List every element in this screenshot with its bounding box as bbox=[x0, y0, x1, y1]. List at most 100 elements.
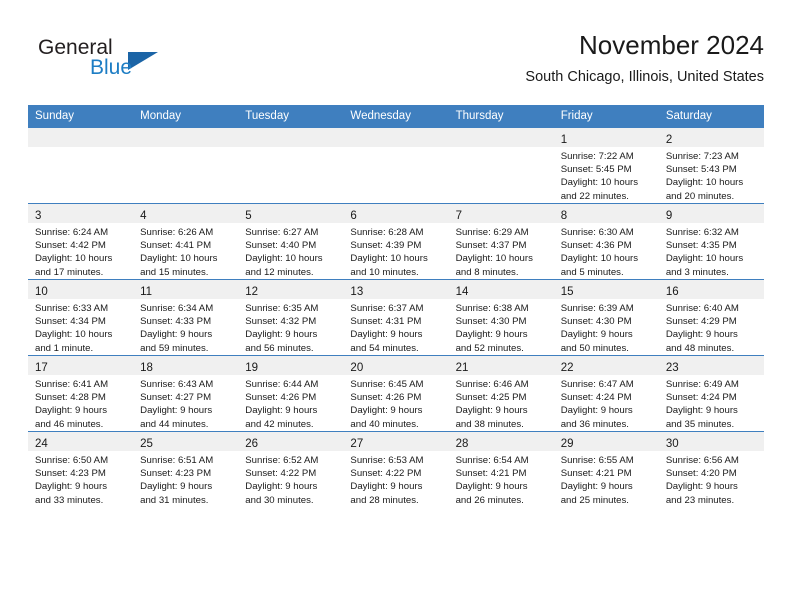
sunrise-text: Sunrise: 6:46 AM bbox=[455, 379, 529, 390]
day-number: 3 bbox=[35, 210, 42, 222]
sunrise-text: Sunrise: 6:37 AM bbox=[350, 303, 424, 314]
daylight-text-cont: and 31 minutes. bbox=[140, 494, 209, 506]
calendar-day-cell[interactable]: 15 Sunrise: 6:39 AM Sunset: 4:30 PM Dayligh… bbox=[553, 279, 659, 355]
sunset-text: Sunset: 4:32 PM bbox=[245, 316, 317, 328]
daylight-text: Daylight: 10 hours bbox=[560, 177, 639, 189]
day-number: 11 bbox=[140, 286, 153, 298]
calendar-day-cell[interactable]: 3 Sunrise: 6:24 AM Sunset: 4:42 PM Daylight… bbox=[28, 203, 134, 279]
calendar-day-cell[interactable]: 12 Sunrise: 6:35 AM Sunset: 4:32 PM Dayligh… bbox=[238, 279, 344, 355]
calendar-day-cell[interactable]: 1 Sunrise: 7:22 AM Sunset: 5:45 PM Daylight… bbox=[553, 127, 659, 203]
daylight-text: Daylight: 9 hours bbox=[560, 405, 633, 417]
calendar-day-cell[interactable]: 20 Sunrise: 6:45 AM Sunset: 4:26 PM Dayligh… bbox=[343, 355, 449, 431]
day-number: 6 bbox=[350, 210, 357, 222]
daylight-text: Daylight: 9 hours bbox=[35, 405, 107, 417]
day-number-band: 23 bbox=[658, 356, 764, 375]
sunrise-text: Sunrise: 6:33 AM bbox=[35, 303, 109, 314]
day-cell-inner: 5 Sunrise: 6:27 AM Sunset: 4:40 PM Daylight… bbox=[238, 203, 344, 279]
calendar-day-cell[interactable]: 9 Sunrise: 6:32 AM Sunset: 4:35 PM Daylight… bbox=[658, 203, 764, 279]
daylight-text-cont: and 28 minutes. bbox=[350, 494, 419, 506]
brand-logo[interactable]: General Blue bbox=[28, 36, 228, 90]
day-number: 22 bbox=[560, 362, 574, 374]
sunset-text: Sunset: 4:28 PM bbox=[35, 392, 106, 404]
day-cell-inner: 14 Sunrise: 6:38 AM Sunset: 4:30 PM Dayligh… bbox=[448, 279, 554, 355]
sunrise-text: Sunrise: 6:47 AM bbox=[560, 379, 634, 390]
calendar-week-row: 3 Sunrise: 6:24 AM Sunset: 4:42 PM Daylight… bbox=[28, 203, 764, 279]
daylight-text-cont: and 54 minutes. bbox=[350, 342, 419, 354]
calendar-day-cell[interactable]: 18 Sunrise: 6:43 AM Sunset: 4:27 PM Dayligh… bbox=[133, 355, 239, 431]
daylight-text: Daylight: 10 hours bbox=[140, 253, 218, 265]
day-cell-inner bbox=[238, 127, 344, 203]
calendar-day-cell[interactable]: 13 Sunrise: 6:37 AM Sunset: 4:31 PM Dayligh… bbox=[343, 279, 449, 355]
daylight-text-cont: and 5 minutes. bbox=[560, 266, 624, 278]
calendar-day-cell[interactable]: 14 Sunrise: 6:38 AM Sunset: 4:30 PM Dayligh… bbox=[448, 279, 554, 355]
calendar-day-cell[interactable]: 5 Sunrise: 6:27 AM Sunset: 4:40 PM Daylight… bbox=[238, 203, 344, 279]
day-cell-details: Sunrise: 6:24 AM Sunset: 4:42 PM Daylight:… bbox=[28, 223, 133, 279]
day-cell-details: Sunrise: 6:41 AM Sunset: 4:28 PM Daylight:… bbox=[28, 375, 133, 431]
day-cell-inner: 6 Sunrise: 6:28 AM Sunset: 4:39 PM Daylight… bbox=[343, 203, 449, 279]
sunrise-text: Sunrise: 6:43 AM bbox=[140, 379, 214, 390]
calendar-week-row: 17 Sunrise: 6:41 AM Sunset: 4:28 PM Dayligh… bbox=[28, 355, 764, 431]
sunrise-text: Sunrise: 6:28 AM bbox=[350, 227, 424, 238]
calendar-day-cell[interactable]: 22 Sunrise: 6:47 AM Sunset: 4:24 PM Dayligh… bbox=[553, 355, 659, 431]
sunrise-text: Sunrise: 6:38 AM bbox=[455, 303, 529, 314]
calendar-day-cell[interactable]: 28 Sunrise: 6:54 AM Sunset: 4:21 PM Dayligh… bbox=[448, 431, 554, 507]
calendar-empty-cell bbox=[133, 127, 239, 203]
day-cell-inner: 2 Sunrise: 7:23 AM Sunset: 5:43 PM Daylight… bbox=[658, 127, 764, 203]
day-cell-details: Sunrise: 6:56 AM Sunset: 4:20 PM Daylight:… bbox=[659, 451, 764, 507]
sunrise-text: Sunrise: 6:40 AM bbox=[665, 303, 739, 314]
calendar-day-cell[interactable]: 29 Sunrise: 6:55 AM Sunset: 4:21 PM Dayligh… bbox=[553, 431, 659, 507]
day-number-band: 29 bbox=[553, 432, 659, 451]
day-cell-inner: 22 Sunrise: 6:47 AM Sunset: 4:24 PM Dayligh… bbox=[553, 355, 659, 431]
day-cell-details: Sunrise: 7:23 AM Sunset: 5:43 PM Daylight:… bbox=[659, 147, 764, 203]
calendar-table: Sunday Monday Tuesday Wednesday Thursday… bbox=[28, 105, 764, 507]
sunset-text: Sunset: 4:21 PM bbox=[455, 468, 527, 480]
calendar-empty-cell bbox=[448, 127, 554, 203]
day-cell-inner: 20 Sunrise: 6:45 AM Sunset: 4:26 PM Dayligh… bbox=[343, 355, 449, 431]
daylight-text: Daylight: 9 hours bbox=[35, 481, 107, 493]
calendar-day-cell[interactable]: 21 Sunrise: 6:46 AM Sunset: 4:25 PM Dayligh… bbox=[448, 355, 554, 431]
calendar-day-cell[interactable]: 30 Sunrise: 6:56 AM Sunset: 4:20 PM Dayligh… bbox=[658, 431, 764, 507]
daylight-text-cont: and 33 minutes. bbox=[35, 494, 104, 506]
calendar-day-cell[interactable]: 23 Sunrise: 6:49 AM Sunset: 4:24 PM Dayligh… bbox=[658, 355, 764, 431]
calendar-day-cell[interactable]: 24 Sunrise: 6:50 AM Sunset: 4:23 PM Dayligh… bbox=[28, 431, 134, 507]
day-number-band: 9 bbox=[658, 204, 764, 223]
sunset-text: Sunset: 5:45 PM bbox=[560, 164, 632, 176]
calendar-day-cell[interactable]: 6 Sunrise: 6:28 AM Sunset: 4:39 PM Daylight… bbox=[343, 203, 449, 279]
daylight-text: Daylight: 10 hours bbox=[560, 253, 639, 265]
day-cell-inner bbox=[343, 127, 449, 203]
calendar-day-cell[interactable]: 11 Sunrise: 6:34 AM Sunset: 4:33 PM Dayligh… bbox=[133, 279, 239, 355]
weekday-header-tuesday: Tuesday bbox=[238, 105, 344, 127]
sunrise-text: Sunrise: 6:56 AM bbox=[665, 455, 739, 466]
day-cell-details: Sunrise: 6:39 AM Sunset: 4:30 PM Daylight:… bbox=[554, 299, 659, 355]
daylight-text-cont: and 30 minutes. bbox=[245, 494, 314, 506]
calendar-day-cell[interactable]: 27 Sunrise: 6:53 AM Sunset: 4:22 PM Dayligh… bbox=[343, 431, 449, 507]
daylight-text-cont: and 12 minutes. bbox=[245, 266, 314, 278]
day-cell-inner: 23 Sunrise: 6:49 AM Sunset: 4:24 PM Dayligh… bbox=[658, 355, 764, 431]
calendar-day-cell[interactable]: 17 Sunrise: 6:41 AM Sunset: 4:28 PM Dayligh… bbox=[28, 355, 134, 431]
calendar-day-cell[interactable]: 10 Sunrise: 6:33 AM Sunset: 4:34 PM Dayligh… bbox=[28, 279, 134, 355]
calendar-day-cell[interactable]: 2 Sunrise: 7:23 AM Sunset: 5:43 PM Daylight… bbox=[658, 127, 764, 203]
calendar-day-cell[interactable]: 26 Sunrise: 6:52 AM Sunset: 4:22 PM Dayligh… bbox=[238, 431, 344, 507]
day-number: 7 bbox=[455, 210, 462, 222]
calendar-day-cell[interactable]: 8 Sunrise: 6:30 AM Sunset: 4:36 PM Daylight… bbox=[553, 203, 659, 279]
sunset-text: Sunset: 5:43 PM bbox=[665, 164, 737, 176]
day-cell-details: Sunrise: 6:35 AM Sunset: 4:32 PM Daylight:… bbox=[238, 299, 343, 355]
daylight-text-cont: and 35 minutes. bbox=[665, 418, 735, 430]
calendar-day-cell[interactable]: 16 Sunrise: 6:40 AM Sunset: 4:29 PM Dayligh… bbox=[658, 279, 764, 355]
calendar-day-cell[interactable]: 4 Sunrise: 6:26 AM Sunset: 4:41 PM Daylight… bbox=[133, 203, 239, 279]
sunrise-text: Sunrise: 6:30 AM bbox=[560, 227, 634, 238]
calendar-day-cell[interactable]: 25 Sunrise: 6:51 AM Sunset: 4:23 PM Dayligh… bbox=[133, 431, 239, 507]
calendar-empty-cell bbox=[238, 127, 344, 203]
sunrise-text: Sunrise: 6:49 AM bbox=[665, 379, 739, 390]
daylight-text-cont: and 25 minutes. bbox=[560, 494, 629, 506]
daylight-text-cont: and 20 minutes. bbox=[665, 190, 735, 202]
daylight-text: Daylight: 10 hours bbox=[665, 177, 744, 189]
calendar-week-row: 1 Sunrise: 7:22 AM Sunset: 5:45 PM Daylight… bbox=[28, 127, 764, 203]
calendar-day-cell[interactable]: 7 Sunrise: 6:29 AM Sunset: 4:37 PM Daylight… bbox=[448, 203, 554, 279]
calendar-day-cell[interactable]: 19 Sunrise: 6:44 AM Sunset: 4:26 PM Dayligh… bbox=[238, 355, 344, 431]
day-number-band: 24 bbox=[28, 432, 134, 451]
sunset-text: Sunset: 4:29 PM bbox=[665, 316, 737, 328]
sunset-text: Sunset: 4:30 PM bbox=[560, 316, 632, 328]
day-number-band: 6 bbox=[343, 204, 449, 223]
daylight-text-cont: and 3 minutes. bbox=[665, 266, 729, 278]
